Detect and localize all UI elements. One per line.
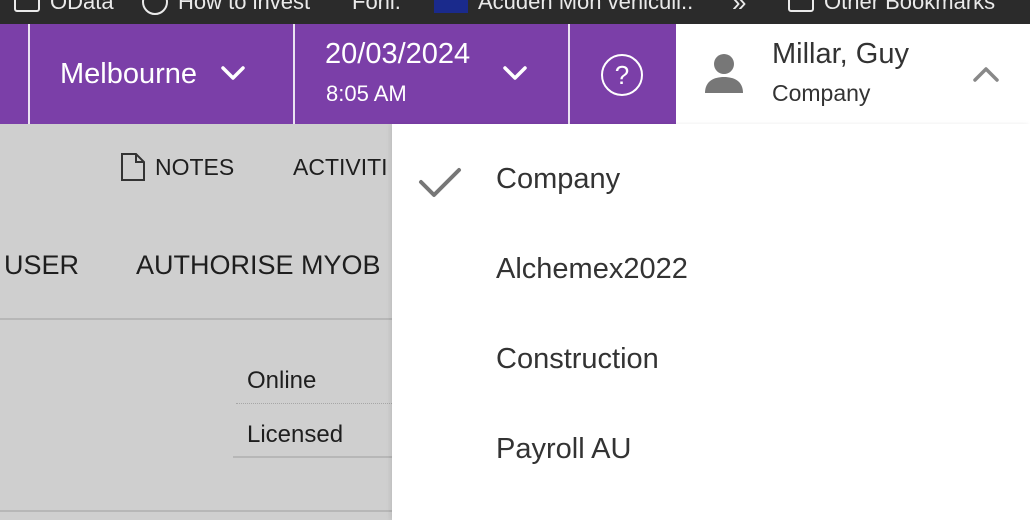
menu-item-payroll-au[interactable]: Payroll AU — [392, 400, 1030, 490]
company-dropdown-menu: Company Alchemex2022 Construction Payrol… — [392, 124, 1030, 520]
bookmark-odata[interactable]: OData — [14, 0, 114, 17]
divider — [236, 403, 392, 404]
user-name: Millar, Guy — [772, 38, 909, 70]
menu-item-label: Company — [496, 163, 621, 195]
app-header: Melbourne 20/03/2024 8:05 AM ? — [0, 24, 676, 124]
page-content-dimmed: NOTES ACTIVITI USER AUTHORISE MYOB Onlin… — [0, 124, 392, 520]
menu-item-label: Construction — [496, 343, 659, 375]
person-icon — [705, 54, 743, 93]
flag-icon — [434, 0, 468, 13]
tab-authorise-myob[interactable]: AUTHORISE MYOB — [136, 250, 381, 281]
menu-item-label: Payroll AU — [496, 433, 632, 465]
divider — [0, 318, 392, 320]
current-company: Company — [772, 80, 871, 106]
header-divider — [568, 24, 570, 124]
globe-icon — [142, 0, 168, 15]
divider — [0, 510, 392, 512]
chevron-up-icon[interactable] — [972, 64, 1000, 84]
chevron-down-icon — [503, 66, 527, 80]
location-label: Melbourne — [60, 58, 198, 90]
folder-icon — [788, 0, 814, 12]
chevron-down-icon — [221, 66, 245, 80]
document-icon — [121, 153, 145, 181]
bookmarks-bar: OData How to invest Fonl. Acuden Mon ven… — [0, 0, 1030, 24]
folder-icon — [14, 0, 40, 12]
checkmark-icon — [419, 168, 461, 197]
bookmark-acuden[interactable]: Acuden Mon venicull.. — [434, 0, 693, 17]
help-button[interactable]: ? — [601, 54, 643, 96]
bookmark-how-to-invest[interactable]: How to invest — [142, 0, 310, 17]
menu-item-construction[interactable]: Construction — [392, 310, 1030, 400]
header-divider — [28, 24, 30, 124]
header-divider — [293, 24, 295, 124]
menu-item-company[interactable]: Company — [392, 130, 1030, 220]
bookmark-other[interactable]: Other Bookmarks — [788, 0, 995, 17]
help-icon: ? — [614, 60, 630, 90]
user-company-switcher[interactable]: Millar, Guy Company — [676, 24, 1030, 124]
menu-item-label: Alchemex2022 — [496, 253, 688, 285]
tab-user[interactable]: USER — [4, 250, 79, 281]
bookmark-fonl[interactable]: Fonl. — [352, 0, 401, 17]
menu-item-alchemex2022[interactable]: Alchemex2022 — [392, 220, 1030, 310]
date-label: 20/03/2024 — [325, 38, 471, 70]
bookmarks-overflow-button[interactable]: » — [732, 0, 746, 17]
status-online: Online — [247, 367, 317, 394]
activities-tab[interactable]: ACTIVITI — [293, 154, 388, 181]
status-licensed: Licensed — [247, 421, 344, 448]
notes-tab[interactable]: NOTES — [155, 154, 234, 181]
time-label: 8:05 AM — [326, 81, 407, 106]
divider — [233, 456, 392, 458]
